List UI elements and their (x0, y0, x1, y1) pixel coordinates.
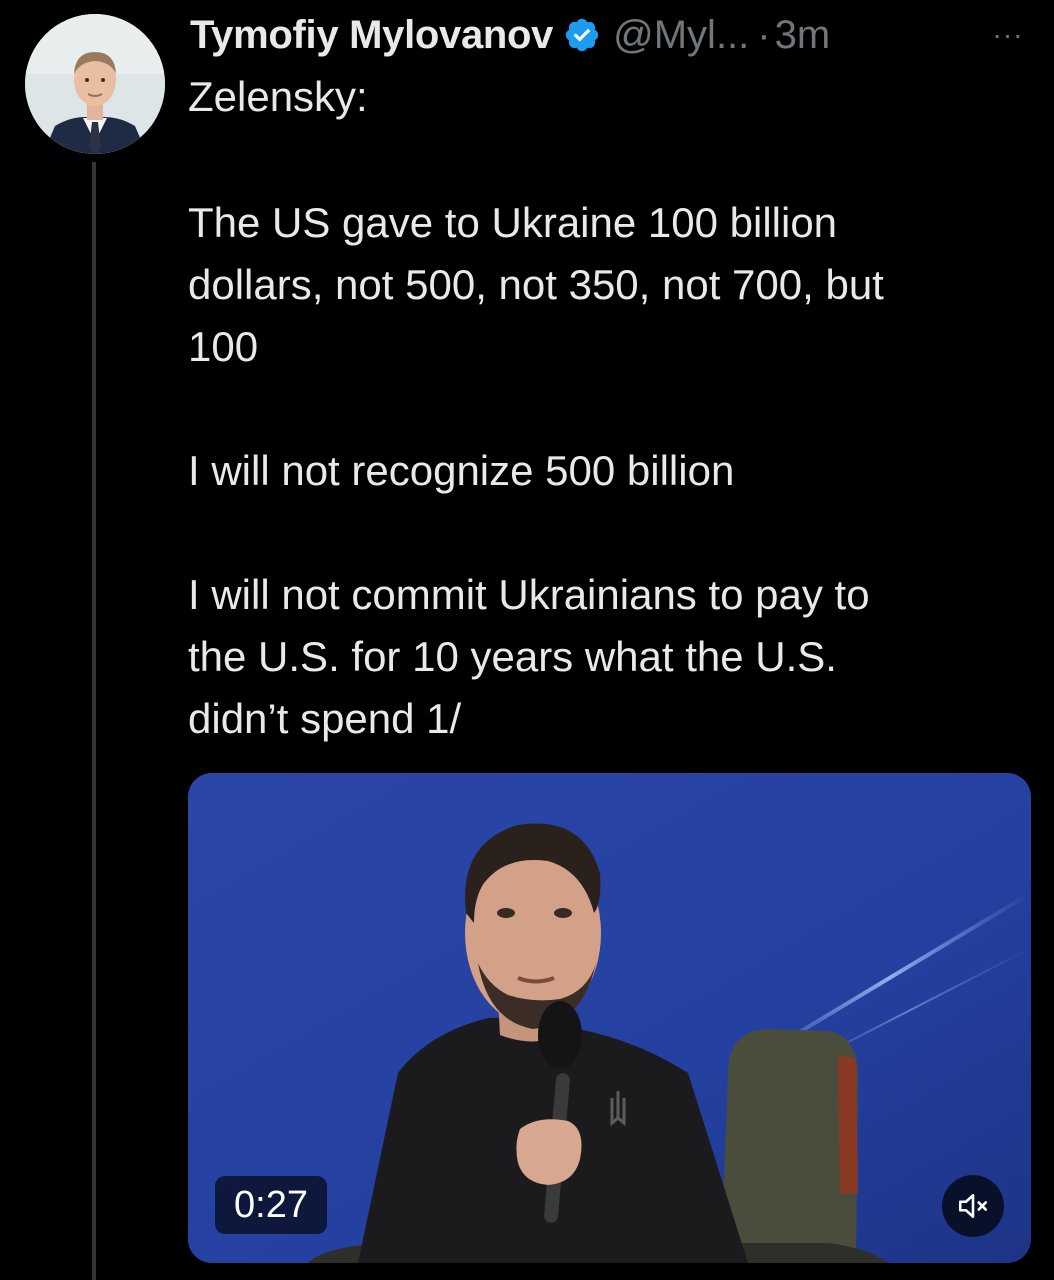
more-dots-icon[interactable]: ··· (986, 10, 1030, 60)
separator-dot: · (757, 13, 771, 57)
thread-line (92, 162, 96, 1280)
tweet-text-line: didn’t spend 1/ (188, 695, 462, 742)
tweet-text-line: the U.S. for 10 years what the U.S. (188, 633, 837, 680)
tweet-text-line: 100 (188, 323, 259, 370)
tweet-text-line: dollars, not 500, not 350, not 700, but (188, 261, 884, 308)
author-name[interactable]: Tymofiy Mylovanov (190, 10, 553, 60)
tweet-text-line: I will not recognize 500 billion (188, 447, 735, 494)
video-duration-badge: 0:27 (215, 1176, 327, 1234)
author-handle[interactable]: @Myl... (613, 10, 749, 60)
tweet-header: Tymofiy Mylovanov @Myl... · 3m (190, 10, 1040, 60)
tweet-timestamp[interactable]: 3m (775, 10, 831, 60)
tweet[interactable]: Tymofiy Mylovanov @Myl... · 3m ··· Zelen… (0, 0, 1054, 1280)
speaker-muted-icon[interactable] (942, 1175, 1004, 1237)
verified-badge-icon[interactable] (563, 16, 601, 54)
tweet-text-line: I will not commit Ukrainians to pay to (188, 571, 870, 618)
author-avatar[interactable] (25, 14, 165, 154)
tweet-text-line: The US gave to Ukraine 100 billion (188, 199, 838, 246)
tweet-text-line: Zelensky: (188, 73, 368, 120)
